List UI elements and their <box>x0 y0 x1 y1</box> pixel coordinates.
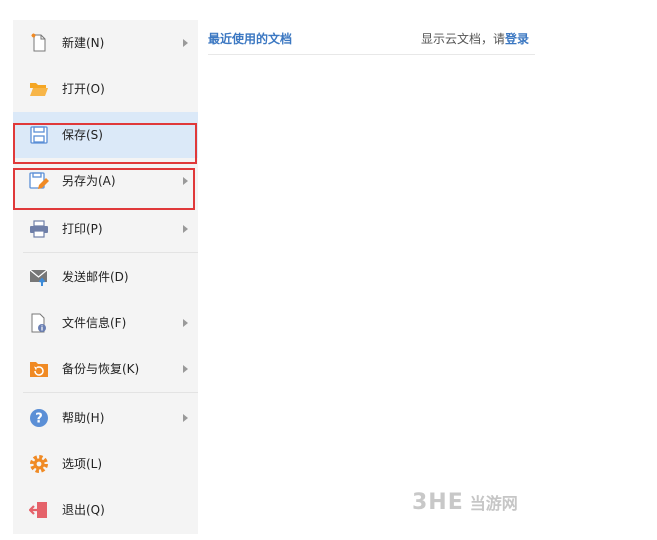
watermark-text: 当游网 <box>469 494 518 513</box>
menu-item-options[interactable]: 选项(L) <box>13 441 198 487</box>
menu-item-new[interactable]: 新建(N) <box>13 20 198 66</box>
printer-icon <box>29 219 49 239</box>
mail-icon <box>29 267 49 287</box>
chevron-right-icon <box>183 319 188 327</box>
menu-divider <box>23 392 198 393</box>
folder-open-icon <box>29 79 49 99</box>
recent-documents-header: 最近使用的文档 显示云文档，请登录 <box>208 20 535 55</box>
menu-item-backup-restore[interactable]: 备份与恢复(K) <box>13 346 198 392</box>
menu-item-label: 发送邮件(D) <box>62 270 129 284</box>
recent-documents-title: 最近使用的文档 <box>208 32 293 46</box>
menu-item-help[interactable]: ? 帮助(H) <box>13 395 198 441</box>
exit-icon <box>28 500 49 520</box>
cloud-docs-prompt: 显示云文档，请登录 <box>421 30 529 47</box>
svg-text:?: ? <box>35 412 43 427</box>
chevron-right-icon <box>183 39 188 47</box>
menu-item-label: 文件信息(F) <box>62 316 127 330</box>
chevron-right-icon <box>183 365 188 373</box>
menu-item-label: 退出(Q) <box>62 503 105 517</box>
menu-item-exit[interactable]: 退出(Q) <box>13 487 198 533</box>
chevron-right-icon <box>183 414 188 422</box>
cloud-docs-text: 显示云文档，请 <box>420 32 505 46</box>
backup-restore-icon <box>29 359 49 379</box>
options-gear-icon <box>29 454 49 474</box>
annotation-highlight-save <box>13 123 197 164</box>
menu-item-label: 备份与恢复(K) <box>62 362 140 376</box>
annotation-highlight-save-as <box>13 168 195 210</box>
menu-divider <box>23 252 198 253</box>
menu-item-label: 打开(O) <box>62 82 105 96</box>
help-icon: ? <box>29 408 49 428</box>
watermark: 3HE 当游网 <box>412 490 518 515</box>
menu-item-label: 打印(P) <box>62 222 103 236</box>
menu-item-label: 选项(L) <box>62 457 103 471</box>
chevron-right-icon <box>183 225 188 233</box>
login-link[interactable]: 登录 <box>505 32 529 46</box>
file-info-icon <box>29 313 49 333</box>
new-document-icon <box>29 33 49 53</box>
menu-item-print[interactable]: 打印(P) <box>13 206 198 252</box>
menu-item-label: 新建(N) <box>62 36 105 50</box>
watermark-logo: 3HE <box>412 490 464 515</box>
menu-item-send-mail[interactable]: 发送邮件(D) <box>13 254 198 300</box>
menu-item-label: 帮助(H) <box>62 411 105 425</box>
menu-item-open[interactable]: 打开(O) <box>13 66 198 112</box>
file-menu: 新建(N) 打开(O) 保存(S) 另存为(A) 打印(P) 发送邮件(D) 文… <box>13 20 198 534</box>
menu-item-file-info[interactable]: 文件信息(F) <box>13 300 198 346</box>
